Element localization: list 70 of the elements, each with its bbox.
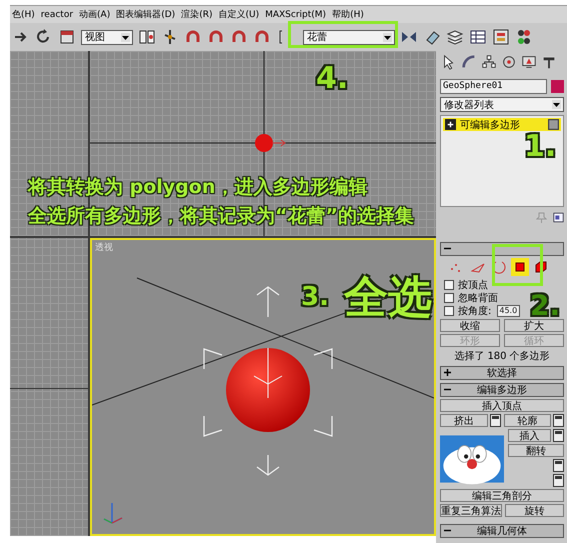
collapse-icon bbox=[444, 245, 451, 252]
checkbox[interactable] bbox=[444, 306, 454, 316]
monitor-icon[interactable] bbox=[520, 54, 538, 70]
polygon-icon bbox=[513, 260, 527, 274]
panels-icon[interactable] bbox=[138, 28, 156, 46]
panel-button[interactable]: 挤出 bbox=[440, 414, 488, 427]
panel-button[interactable]: 重复三角算法 bbox=[440, 504, 502, 517]
step-number: 4. bbox=[316, 64, 348, 94]
polygon-level-button[interactable] bbox=[511, 258, 529, 276]
settings-button[interactable] bbox=[553, 459, 564, 472]
panel-button[interactable]: 插入顶点 bbox=[440, 399, 564, 412]
panel-button[interactable]: 轮廓 bbox=[504, 414, 551, 427]
menu-item[interactable]: reactor bbox=[40, 10, 74, 20]
angle-field[interactable]: 45.0 bbox=[497, 304, 520, 316]
object-name-field[interactable]: GeoSphere01 bbox=[440, 79, 547, 94]
checkbox[interactable] bbox=[444, 292, 454, 302]
rollout-header[interactable]: 编辑多边形 bbox=[440, 383, 564, 397]
menu-item[interactable]: 色(H) bbox=[12, 8, 35, 21]
checkbox[interactable] bbox=[444, 280, 454, 290]
collapse-icon bbox=[444, 527, 451, 534]
stack-item[interactable]: 可编辑多边形 bbox=[443, 118, 561, 131]
expand-icon bbox=[444, 369, 451, 376]
table-icon[interactable] bbox=[469, 28, 487, 46]
menu-item[interactable]: 动画(A) bbox=[79, 8, 110, 21]
menu-item[interactable]: 自定义(U) bbox=[218, 8, 260, 21]
sphere-icon bbox=[254, 133, 274, 153]
option-label: 按角度: bbox=[458, 304, 492, 318]
toggle-icon[interactable] bbox=[548, 119, 559, 130]
color-swatch[interactable] bbox=[551, 80, 564, 93]
step-number: 3. bbox=[301, 284, 329, 310]
layers-icon[interactable] bbox=[446, 28, 464, 46]
step-number: 2. bbox=[530, 292, 560, 320]
panel-button[interactable]: 编辑三角剖分 bbox=[440, 489, 564, 502]
rollout-header[interactable]: 软选择 bbox=[440, 366, 564, 380]
menu-item[interactable]: 渲染(R) bbox=[181, 8, 212, 21]
viewport-label: 透视 bbox=[95, 242, 113, 254]
menu-item[interactable]: 帮助(H) bbox=[332, 8, 364, 21]
hierarchy-icon[interactable] bbox=[480, 54, 498, 70]
caret-icon bbox=[121, 32, 130, 42]
modifier-list-dropdown[interactable]: 修改器列表 bbox=[440, 97, 564, 112]
panel-button[interactable]: 收缩 bbox=[440, 319, 500, 332]
option-label: 按顶点 bbox=[458, 278, 488, 292]
panel-button[interactable]: 扩大 bbox=[504, 319, 564, 332]
panel-button[interactable]: 旋转 bbox=[505, 504, 564, 517]
rollout-header[interactable]: 编辑几何体 bbox=[440, 524, 564, 538]
panel-button[interactable]: 插入 bbox=[508, 429, 551, 442]
window-icon[interactable] bbox=[58, 28, 76, 46]
caret-icon bbox=[552, 100, 561, 109]
border-icon bbox=[492, 260, 506, 274]
menu-item[interactable]: MAXScript(M) bbox=[265, 10, 326, 20]
schematic-icon[interactable] bbox=[492, 28, 510, 46]
caret-icon bbox=[383, 32, 392, 42]
view-dropdown[interactable]: 视图 bbox=[81, 30, 133, 44]
selection-set-dropdown[interactable]: 花蕾 bbox=[303, 30, 395, 44]
spheres-icon[interactable] bbox=[515, 28, 533, 46]
step-number: 1. bbox=[524, 132, 556, 162]
arrow-icon bbox=[272, 139, 286, 147]
expand-icon[interactable] bbox=[445, 119, 456, 130]
modifier-label: 可编辑多边形 bbox=[460, 118, 521, 132]
collapse-icon bbox=[444, 386, 451, 393]
settings-button[interactable] bbox=[490, 414, 500, 427]
highlight-frame bbox=[492, 244, 543, 286]
menu-item[interactable]: 图表编辑器(D) bbox=[116, 8, 176, 21]
settings-button[interactable] bbox=[553, 474, 564, 487]
settings-button[interactable] bbox=[553, 429, 564, 442]
option-label: 忽略背面 bbox=[458, 292, 498, 304]
panel-button[interactable]: 翻转 bbox=[508, 444, 564, 457]
configure-icon[interactable] bbox=[553, 212, 564, 223]
settings-button[interactable] bbox=[553, 414, 564, 427]
selection-status: 选择了 180 个多边形 bbox=[453, 350, 551, 361]
